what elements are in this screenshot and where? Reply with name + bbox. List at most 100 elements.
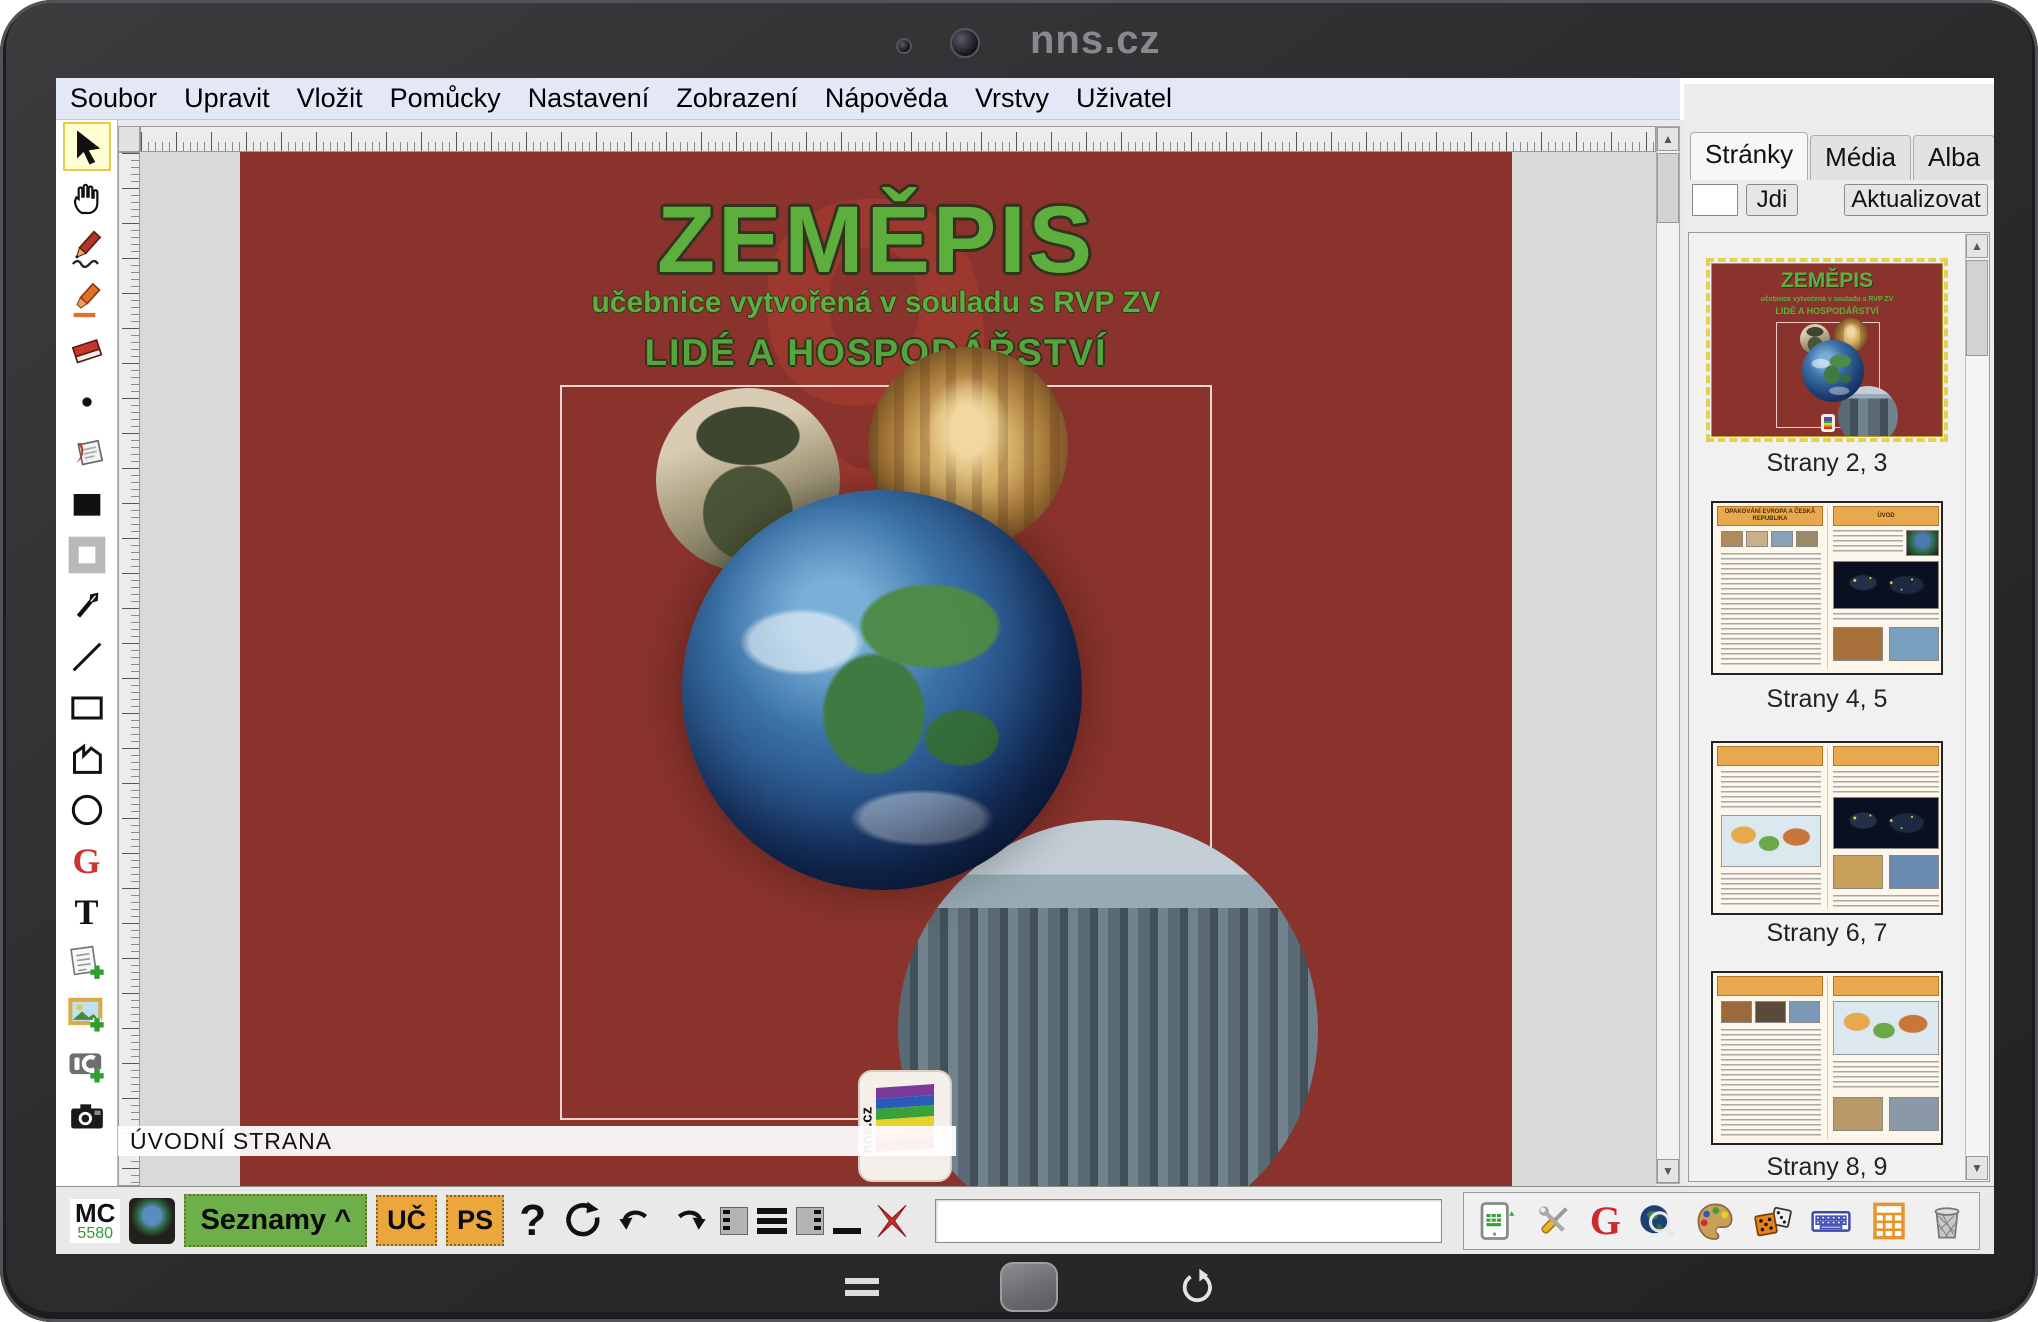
trash-button[interactable] [1925, 1199, 1969, 1243]
menu-soubor[interactable]: Soubor [70, 83, 157, 114]
point-tool-button[interactable] [63, 377, 111, 426]
undo-button[interactable] [614, 1199, 658, 1243]
add-image-tool-button[interactable] [63, 989, 111, 1038]
thumbnail-pages-4-5[interactable]: OPAKOVÁNÍ EVROPA A ČESKÁ REPUBLIKA ÚVOD [1711, 501, 1943, 675]
left-toolbar: G T [56, 120, 118, 1186]
toggle-left-panel-button[interactable] [720, 1207, 748, 1235]
text-tool-button[interactable]: T [63, 887, 111, 936]
settings-tools-button[interactable] [1532, 1199, 1576, 1243]
thumbnail-pages-2-3[interactable]: ZEMĚPIS učebnice vytvořená v souladu s R… [1711, 263, 1943, 437]
book-cover-page: 9 ZEMĚPIS učebnice vytvořená v souladu s… [240, 152, 1512, 1186]
menu-pomucky[interactable]: Pomůcky [390, 83, 501, 114]
pen-tool-button[interactable] [63, 581, 111, 630]
highlighter-tool-button[interactable] [63, 275, 111, 324]
camera-tool-button[interactable] [63, 1091, 111, 1140]
add-interactive-tool-button[interactable] [63, 1040, 111, 1089]
select-tool-button[interactable] [63, 122, 111, 171]
ellipse-tool-button[interactable] [63, 785, 111, 834]
note-flag-tool-button[interactable] [63, 428, 111, 477]
device-keyboard-button[interactable] [1474, 1199, 1518, 1243]
thumbnail-scrollbar[interactable]: ▲ ▼ [1965, 234, 1988, 1180]
canvas-scrollbar-thumb[interactable] [1657, 153, 1679, 223]
add-note-tool-button[interactable] [63, 938, 111, 987]
help-button[interactable]: ? [519, 1196, 546, 1246]
menu-nastaveni[interactable]: Nastavení [528, 83, 650, 114]
polygon-tool-button[interactable] [63, 734, 111, 783]
thumb-scroll-up-button[interactable]: ▲ [1966, 234, 1988, 258]
search-input[interactable] [935, 1199, 1442, 1243]
bottom-toolbar: MC 5580 Seznamy ^ UČ PS ? [56, 1186, 1994, 1254]
thumbnail-scrollbar-thumb[interactable] [1966, 260, 1988, 356]
reload-button[interactable] [561, 1199, 605, 1243]
page-number-input[interactable] [1692, 184, 1738, 216]
menu-upravit[interactable]: Upravit [184, 83, 270, 114]
bottom-right-icon-strip: G [1463, 1192, 1980, 1250]
palette-button[interactable] [1693, 1199, 1737, 1243]
go-button[interactable]: Jdi [1746, 184, 1798, 216]
menu-vrstvy[interactable]: Vrstvy [975, 83, 1049, 114]
canvas-scrollbar[interactable]: ▲ ▼ [1656, 126, 1680, 1184]
book-preview-thumb[interactable] [129, 1198, 175, 1244]
pan-tool-button[interactable] [63, 173, 111, 222]
globe-magnifier-icon [1636, 1200, 1678, 1242]
glossary-tool-button[interactable]: G [63, 836, 111, 885]
calculator-button[interactable] [1867, 1199, 1911, 1243]
mc-code-badge: MC 5580 [70, 1199, 120, 1243]
refresh-icon [562, 1200, 604, 1242]
thumb-scroll-down-button[interactable]: ▼ [1966, 1156, 1988, 1180]
bezel-back-button[interactable] [1178, 1268, 1216, 1306]
thumbnail-pages-6-7[interactable] [1711, 741, 1943, 915]
tab-alba[interactable]: Alba [1913, 135, 1994, 180]
panel-controls: Jdi Aktualizovat [1684, 180, 1994, 224]
menu-zobrazeni[interactable]: Zobrazení [676, 83, 798, 114]
mini-cover-series: LIDÉ A HOSPODÁŘSTVÍ [1712, 306, 1942, 316]
redo-button[interactable] [667, 1199, 711, 1243]
menu-lines-button[interactable] [757, 1208, 787, 1234]
highlighter-icon [67, 280, 107, 320]
menu-vlozit[interactable]: Vložit [297, 83, 363, 114]
pages-panel: Stránky Média Alba Jdi Aktualizovat ZEMĚ… [1684, 84, 1994, 1186]
filled-rect-tool-button[interactable] [63, 479, 111, 528]
screen: Soubor Upravit Vložit Pomůcky Nastavení … [56, 78, 1994, 1254]
dice-button[interactable] [1751, 1199, 1795, 1243]
scroll-down-button[interactable]: ▼ [1657, 1159, 1679, 1183]
rotate-back-icon [1178, 1268, 1216, 1306]
keyboard-button[interactable] [1809, 1199, 1853, 1243]
cover-title: ZEMĚPIS [240, 186, 1512, 295]
menu-napoveda[interactable]: Nápověda [825, 83, 948, 114]
uc-button[interactable]: UČ [376, 1195, 437, 1246]
thumbnail-scrollbar-track[interactable] [1966, 258, 1988, 1156]
canvas-viewport[interactable]: 9 ZEMĚPIS učebnice vytvořená v souladu s… [140, 152, 1656, 1186]
scroll-up-button[interactable]: ▲ [1657, 127, 1679, 151]
refresh-thumbnails-button[interactable]: Aktualizovat [1844, 184, 1988, 216]
frame-tool-button[interactable] [63, 530, 111, 579]
tablet-frame: nns.cz Soubor Upravit Vložit Pomůcky Nas… [0, 0, 2038, 1322]
mc-code: 5580 [75, 1226, 115, 1242]
google-search-button[interactable]: G [1590, 1197, 1621, 1244]
ruler-corner [118, 126, 140, 152]
rectangle-tool-button[interactable] [63, 683, 111, 732]
pencil-icon [67, 229, 107, 269]
seznamy-button[interactable]: Seznamy ^ [184, 1194, 367, 1247]
tab-media[interactable]: Média [1810, 135, 1911, 180]
thumbnail-pages-8-9[interactable] [1711, 971, 1943, 1145]
thumbnail-spread-image [1711, 971, 1943, 1145]
tablet-keyboard-icon [1475, 1200, 1517, 1242]
eraser-tool-button[interactable] [63, 326, 111, 375]
line-tool-button[interactable] [63, 632, 111, 681]
close-button[interactable] [870, 1199, 914, 1243]
mini-cover-subtitle: učebnice vytvořená v souladu s RVP ZV [1712, 296, 1942, 303]
minimize-button[interactable] [833, 1208, 861, 1234]
tab-stranky[interactable]: Stránky [1690, 132, 1808, 180]
globe-search-button[interactable] [1635, 1199, 1679, 1243]
canvas-scrollbar-track[interactable] [1657, 151, 1679, 1159]
toggle-right-panel-button[interactable] [796, 1207, 824, 1235]
device-brand: nns.cz [1030, 18, 1160, 63]
menu-bar: Soubor Upravit Vložit Pomůcky Nastavení … [56, 78, 1680, 120]
menu-uzivatel[interactable]: Uživatel [1076, 83, 1172, 114]
pencil-tool-button[interactable] [63, 224, 111, 273]
add-image-icon [67, 994, 107, 1034]
bezel-menu-button[interactable] [845, 1278, 879, 1296]
bezel-home-button[interactable] [1000, 1262, 1058, 1312]
ps-button[interactable]: PS [446, 1195, 504, 1246]
